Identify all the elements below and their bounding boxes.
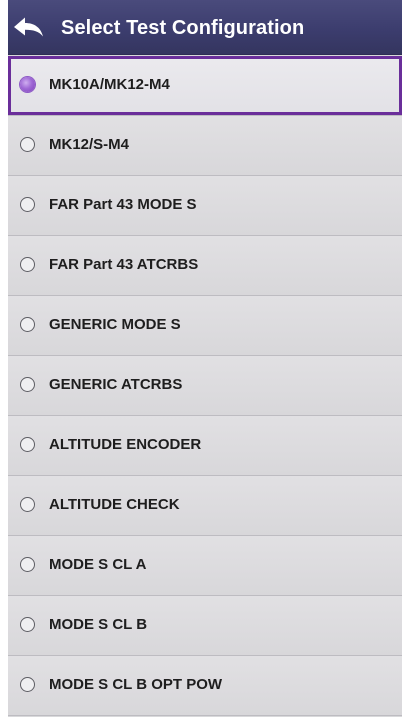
radio-unselected-icon[interactable] [20, 137, 35, 152]
configuration-option-label: GENERIC MODE S [49, 316, 181, 333]
configuration-option-label: ALTITUDE CHECK [49, 496, 180, 513]
configuration-option[interactable]: MODE S CL B [8, 596, 402, 656]
configuration-list: MK10A/MK12-M4 MK12/S-M4 FAR Part 43 MODE S… [8, 56, 402, 716]
configuration-option[interactable]: GENERIC MODE S [8, 296, 402, 356]
radio-unselected-icon[interactable] [20, 377, 35, 392]
title-bar: Select Test Configuration [8, 0, 402, 55]
radio-unselected-icon[interactable] [20, 257, 35, 272]
back-button[interactable] [8, 8, 48, 48]
radio-selected-icon[interactable] [20, 77, 35, 92]
radio-unselected-icon[interactable] [20, 617, 35, 632]
configuration-option-label: MODE S CL A [49, 556, 147, 573]
page-title: Select Test Configuration [61, 17, 305, 39]
configuration-option[interactable]: MODE S CL B OPT POW [8, 656, 402, 716]
configuration-option-label: FAR Part 43 MODE S [49, 196, 197, 213]
configuration-option-label: ALTITUDE ENCODER [49, 436, 202, 453]
configuration-option[interactable]: FAR Part 43 MODE S [8, 176, 402, 236]
configuration-option[interactable]: ALTITUDE CHECK [8, 476, 402, 536]
configuration-option-label: MK10A/MK12-M4 [49, 76, 170, 93]
radio-unselected-icon[interactable] [20, 317, 35, 332]
app-screen: Select Test Configuration MK10A/MK12-M4 M… [8, 0, 402, 717]
configuration-option[interactable]: GENERIC ATCRBS [8, 356, 402, 416]
configuration-option-label: FAR Part 43 ATCRBS [49, 256, 199, 273]
configuration-option[interactable]: FAR Part 43 ATCRBS [8, 236, 402, 296]
back-arrow-icon [14, 17, 43, 37]
configuration-option-label: MODE S CL B [49, 616, 148, 633]
configuration-option[interactable]: MK10A/MK12-M4 [8, 56, 402, 116]
configuration-option[interactable]: MK12/S-M4 [8, 116, 402, 176]
radio-unselected-icon[interactable] [20, 497, 35, 512]
radio-unselected-icon[interactable] [20, 437, 35, 452]
configuration-option[interactable]: MODE S CL A [8, 536, 402, 596]
radio-unselected-icon[interactable] [20, 677, 35, 692]
radio-unselected-icon[interactable] [20, 197, 35, 212]
radio-unselected-icon[interactable] [20, 557, 35, 572]
configuration-option-label: MK12/S-M4 [49, 136, 130, 153]
configuration-option[interactable]: ALTITUDE ENCODER [8, 416, 402, 476]
configuration-option-label: GENERIC ATCRBS [49, 376, 183, 393]
configuration-option-label: MODE S CL B OPT POW [49, 676, 223, 693]
